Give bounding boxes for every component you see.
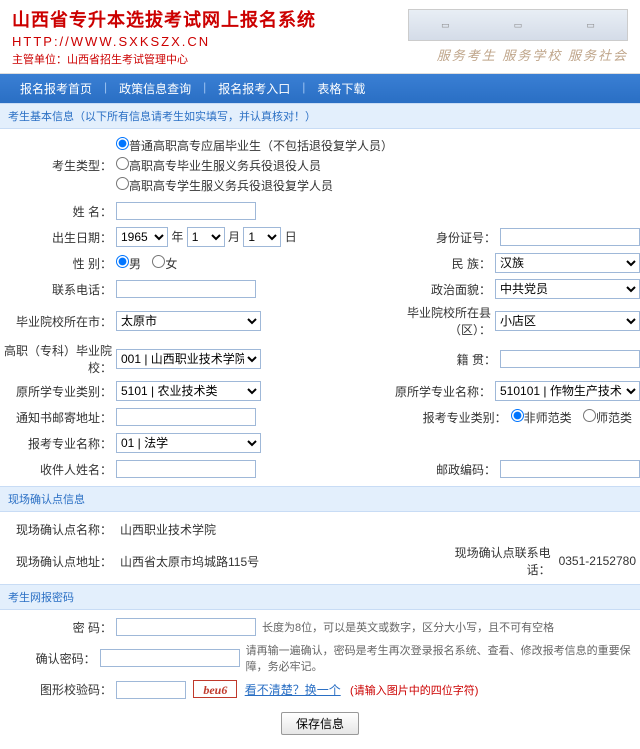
mail-addr-input[interactable] [116, 408, 256, 426]
password2-input[interactable] [100, 649, 240, 667]
nav-apply[interactable]: 报名报考入口 [208, 74, 300, 103]
birth-year-select[interactable]: 1965 [116, 227, 168, 247]
type-option-3[interactable]: 高职高专学生服义务兵役退役复学人员 [116, 177, 393, 194]
password-hint: 长度为8位，可以是英文或数字，区分大小写，且不可有空格 [262, 619, 554, 635]
apply-cat-non-normal[interactable]: 非师范类 [511, 411, 572, 425]
label-phone: 联系电话： [0, 281, 116, 298]
type-option-2[interactable]: 高职高专毕业生服义务兵役退役人员 [116, 157, 393, 174]
confirm-addr-value: 山西省太原市坞城路115号 [116, 553, 263, 570]
page-header: 山西省专升本选拔考试网上报名系统 HTTP://WWW.SXKSZX.CN 主管… [0, 0, 640, 74]
school-county-select[interactable]: 小店区 [495, 311, 640, 331]
banner-image: ▭▭▭ [408, 9, 628, 41]
captcha-image: beu6 [193, 680, 237, 698]
label-ethnic: 民 族： [385, 255, 495, 272]
label-idcard: 身份证号： [390, 229, 500, 246]
type-option-1[interactable]: 普通高职高专应届毕业生（不包括退役复学人员） [116, 137, 393, 154]
idcard-input[interactable] [500, 228, 640, 246]
confirm-phone-value: 0351-2152780 [555, 554, 640, 568]
section-basic-info: 考生基本信息（以下所有信息请考生如实填写，并认真核对！） [0, 103, 640, 129]
label-apply-major: 报考专业名称： [0, 435, 116, 452]
label-orig-major: 原所学专业名称： [385, 383, 495, 400]
apply-cat-normal[interactable]: 师范类 [583, 411, 632, 425]
label-orig-cat: 原所学专业类别： [0, 383, 116, 400]
label-recipient: 收件人姓名： [0, 461, 116, 478]
label-name: 姓 名： [0, 203, 116, 220]
type-radio-group: 普通高职高专应届毕业生（不包括退役复学人员） 高职高专毕业生服义务兵役退役人员 … [116, 135, 393, 196]
gender-female[interactable]: 女 [152, 257, 177, 271]
phone-input[interactable] [116, 280, 256, 298]
captcha-note: (请输入图片中的四位字符) [350, 685, 478, 697]
page-title: 山西省专升本选拔考试网上报名系统 [12, 6, 408, 32]
birth-month-select[interactable]: 1 [187, 227, 225, 247]
orig-major-select[interactable]: 510101 | 作物生产技术 [495, 381, 640, 401]
nav-download[interactable]: 表格下载 [307, 74, 375, 103]
label-origin: 籍 贯： [390, 351, 500, 368]
label-password: 密 码： [0, 619, 116, 636]
label-political: 政治面貌： [385, 281, 495, 298]
political-select[interactable]: 中共党员 [495, 279, 640, 299]
label-type: 考生类型： [0, 157, 116, 174]
label-birth: 出生日期： [0, 229, 116, 246]
section-confirm-point: 现场确认点信息 [0, 486, 640, 512]
save-button[interactable]: 保存信息 [281, 712, 359, 735]
gender-male[interactable]: 男 [116, 257, 141, 271]
site-url: HTTP://WWW.SXKSZX.CN [12, 34, 408, 49]
name-input[interactable] [116, 202, 256, 220]
confirm-name-value: 山西职业技术学院 [116, 521, 220, 538]
postcode-input[interactable] [500, 460, 640, 478]
password-input[interactable] [116, 618, 256, 636]
label-gender: 性 别： [0, 255, 116, 272]
nav-policy[interactable]: 政策信息查询 [109, 74, 201, 103]
apply-major-select[interactable]: 01 | 法学 [116, 433, 261, 453]
captcha-refresh-link[interactable]: 看不清楚？换一个 [245, 683, 341, 697]
admin-unit: 主管单位：山西省招生考试管理中心 [12, 51, 408, 67]
nav-bar: 报名报考首页| 政策信息查询| 报名报考入口| 表格下载 [0, 74, 640, 103]
label-mail-addr: 通知书邮寄地址： [0, 409, 116, 426]
captcha-input[interactable] [116, 681, 186, 699]
ethnic-select[interactable]: 汉族 [495, 253, 640, 273]
password2-hint: 请再输一遍确认，密码是考生再次登录报名系统、查看、修改报考信息的重要保障，务必牢… [246, 642, 640, 674]
origin-input[interactable] [500, 350, 640, 368]
school-select[interactable]: 001 | 山西职业技术学院 [116, 349, 261, 369]
label-school: 高职（专科）毕业院校： [0, 342, 116, 376]
recipient-input[interactable] [116, 460, 256, 478]
orig-cat-select[interactable]: 5101 | 农业技术类 [116, 381, 261, 401]
label-apply-cat: 报考专业类别： [401, 409, 511, 426]
birth-day-select[interactable]: 1 [243, 227, 281, 247]
label-postcode: 邮政编码： [390, 461, 500, 478]
label-confirm-addr: 现场确认点地址： [0, 553, 116, 570]
label-confirm-phone: 现场确认点联系电话： [445, 544, 555, 578]
section-password: 考生网报密码 [0, 584, 640, 610]
nav-home[interactable]: 报名报考首页 [10, 74, 102, 103]
label-school-city: 毕业院校所在市： [0, 313, 116, 330]
label-captcha: 图形校验码： [0, 681, 116, 698]
label-password2: 确认密码： [0, 650, 100, 667]
label-confirm-name: 现场确认点名称： [0, 521, 116, 538]
school-city-select[interactable]: 太原市 [116, 311, 261, 331]
slogan: 服务考生 服务学校 服务社会 [437, 45, 628, 64]
label-school-county: 毕业院校所在县（区）： [385, 304, 495, 338]
